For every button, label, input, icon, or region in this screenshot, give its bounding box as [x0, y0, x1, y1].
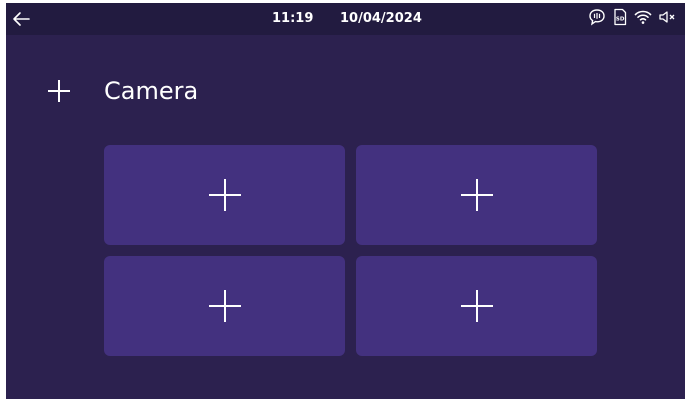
svg-text:SD: SD	[616, 16, 625, 22]
camera-screen: 11:19 10/04/2024 SD Camera	[6, 3, 685, 399]
status-date: 10/04/2024	[340, 11, 422, 26]
status-time: 11:19	[272, 11, 314, 26]
plus-icon	[208, 290, 241, 322]
camera-slot-2[interactable]	[356, 145, 597, 245]
plus-icon	[208, 179, 241, 211]
plus-icon	[460, 290, 493, 322]
plus-icon[interactable]	[46, 78, 72, 104]
camera-slot-1[interactable]	[104, 145, 345, 245]
back-arrow-icon[interactable]	[10, 8, 32, 30]
camera-slot-3[interactable]	[104, 256, 345, 356]
status-icons: SD	[588, 8, 678, 30]
page-title: Camera	[104, 77, 199, 105]
sd-card-icon: SD	[612, 8, 628, 30]
intercom-icon	[588, 8, 606, 30]
wifi-icon	[634, 8, 652, 30]
status-bar: 11:19 10/04/2024 SD	[6, 3, 685, 35]
page-header: Camera	[46, 73, 198, 109]
plus-icon	[460, 179, 493, 211]
camera-slot-4[interactable]	[356, 256, 597, 356]
speaker-muted-icon	[658, 8, 678, 30]
